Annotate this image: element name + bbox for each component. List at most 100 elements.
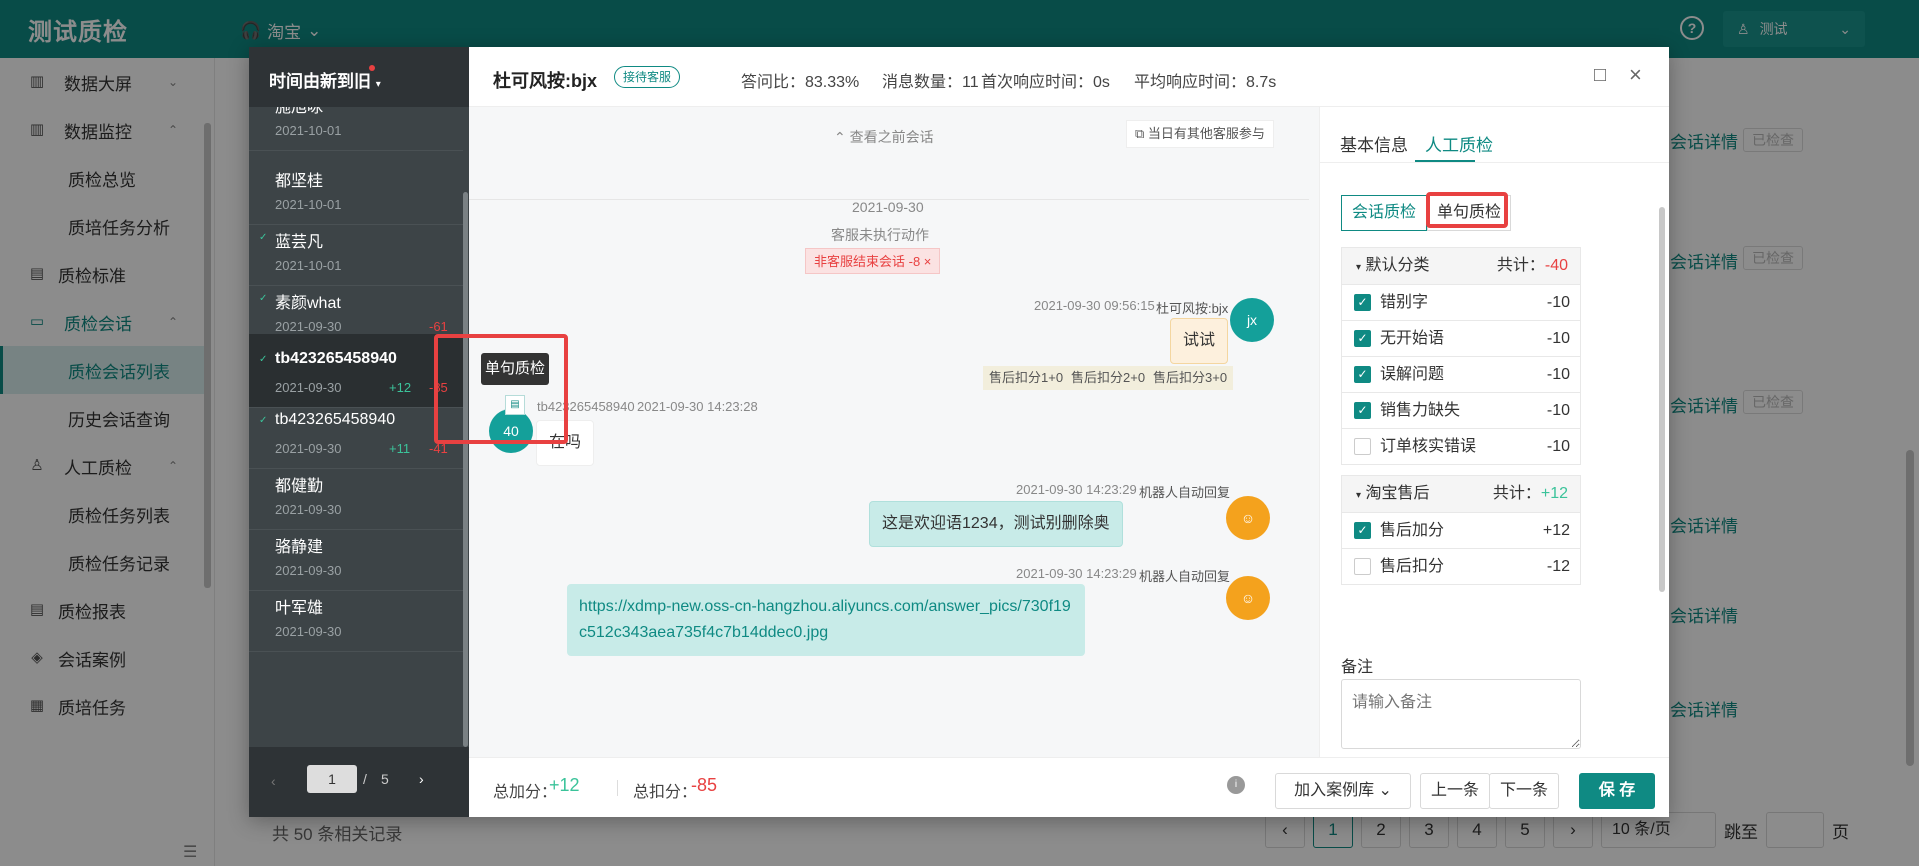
category-name: 淘宝售后 <box>1365 485 1430 502</box>
checkbox[interactable]: ✓ <box>1354 522 1371 539</box>
checkbox[interactable]: ✓ <box>1354 366 1371 383</box>
session-name: tb423265458940 <box>275 411 396 428</box>
qc-rule-row[interactable]: ✓ 误解问题 -10 <box>1342 356 1580 392</box>
session-name: 蓝芸凡 <box>275 234 324 251</box>
checkbox[interactable] <box>1354 438 1371 455</box>
prev-page-button[interactable]: ‹ <box>271 773 276 789</box>
checkbox[interactable]: ✓ <box>1354 402 1371 419</box>
qc-rule-row[interactable]: ✓ 错别字 -10 <box>1342 284 1580 320</box>
maximize-icon[interactable]: □ <box>1594 64 1606 87</box>
rule-name: 售后加分 <box>1380 522 1445 539</box>
rule-name: 错别字 <box>1380 294 1429 311</box>
rule-score: -12 <box>1546 558 1570 575</box>
rule-score: +12 <box>1542 522 1570 539</box>
info-icon[interactable]: i <box>1227 776 1245 794</box>
divider <box>617 780 618 796</box>
robot-icon: ☺ <box>1226 496 1270 540</box>
total-label: 共计： <box>1496 257 1545 274</box>
modal-footer: 总加分： +12 总扣分： -85 i 加入案例库 ⌄ 上一条 下一条 保 存 <box>469 757 1669 817</box>
close-icon[interactable]: × <box>1629 62 1642 88</box>
add-to-case-button[interactable]: 加入案例库 ⌄ <box>1275 773 1411 809</box>
session-date: 2021-10-01 <box>275 123 342 138</box>
view-previous-link[interactable]: ⌃ 查看之前会话 <box>834 127 934 147</box>
minus-label: 总扣分： <box>633 784 698 801</box>
session-name: tb423265458940 <box>275 350 397 367</box>
session-date: 2021-10-01 <box>275 197 342 212</box>
save-button[interactable]: 保 存 <box>1579 773 1655 809</box>
qc-rule-row[interactable]: ✓ 销售力缺失 -10 <box>1342 392 1580 428</box>
session-item[interactable]: 施旭咏 2021-10-01 <box>249 107 463 151</box>
session-date: 2021-09-30 <box>275 380 342 395</box>
plus-label: 总加分： <box>493 784 558 801</box>
caret-down-icon: ▾ <box>1356 262 1362 273</box>
tab-basic-info[interactable]: 基本信息 <box>1340 131 1408 156</box>
checkbox[interactable] <box>1354 558 1371 575</box>
rule-name: 误解问题 <box>1380 366 1445 383</box>
plus-score: +12 <box>389 380 412 395</box>
message-sender: 杜可风按:bjx <box>1156 301 1229 316</box>
chat-panel: ⌃ 查看之前会话 ⧉ 当日有其他客服参与 2021-09-30 客服未执行动作 … <box>469 107 1319 757</box>
session-name: 骆静建 <box>275 539 324 556</box>
message-time: 2021-09-30 14:23:29 <box>1016 482 1137 497</box>
page-total: 5 <box>381 771 389 787</box>
tab-manual-qc[interactable]: 人工质检 <box>1425 131 1493 156</box>
session-qc-button[interactable]: 会话质检 <box>1341 195 1427 231</box>
message-time: 2021-09-30 14:23:29 <box>1016 566 1137 581</box>
customer-title: 杜可风按:bjx <box>493 71 598 91</box>
avg-response-time: 平均响应时间：8.7s <box>1134 74 1277 91</box>
previous-button[interactable]: 上一条 <box>1420 773 1490 809</box>
session-name: 都健勤 <box>275 478 324 495</box>
check-icon: ✓ <box>259 415 268 426</box>
robot-icon: ☺ <box>1226 576 1270 620</box>
qc-rule-row[interactable]: 售后扣分 -12 <box>1342 548 1580 584</box>
divider <box>1320 162 1669 163</box>
highlight-box <box>1426 192 1508 228</box>
message-link[interactable]: https://xdmp-new.oss-cn-hangzhou.aliyunc… <box>567 584 1085 656</box>
session-pager: ‹ 1 / 5 › <box>249 747 469 817</box>
rule-score: -10 <box>1546 330 1570 347</box>
check-icon: ✓ <box>259 293 268 304</box>
message-count: 消息数量：11 <box>882 74 979 91</box>
sentence-qc-icon[interactable]: ▤ <box>505 395 525 415</box>
session-date: 2021-10-01 <box>275 258 342 273</box>
category-total: -40 <box>1544 257 1568 274</box>
session-list-scrollbar[interactable] <box>463 192 468 747</box>
caret-down-icon: ▾ <box>1356 490 1362 501</box>
rule-score: -10 <box>1546 366 1570 383</box>
checkbox[interactable]: ✓ <box>1354 294 1371 311</box>
avatar: jx <box>1230 298 1274 342</box>
default-category: ▾ 默认分类 共计：-40 ✓ 错别字 -10 ✓ 无开始语 -10 ✓ 误解问题 -10 ✓… <box>1341 247 1581 465</box>
chat-date: 2021-09-30 <box>852 199 924 215</box>
category-header[interactable]: ▾ 淘宝售后 共计：+12 <box>1342 476 1580 512</box>
message-bubble: 试试 <box>1170 318 1229 364</box>
highlight-box <box>434 334 568 444</box>
deduction-chip: 售后扣分2+0 <box>1065 366 1152 390</box>
rule-score: -10 <box>1546 294 1570 311</box>
qc-rule-row[interactable]: 订单核实错误 -10 <box>1342 428 1580 464</box>
remark-input[interactable] <box>1341 679 1581 749</box>
deduction-tag[interactable]: 非客服结束会话 -8 × <box>805 248 941 274</box>
other-agents-button[interactable]: ⧉ 当日有其他客服参与 <box>1126 120 1274 148</box>
tooltip: 单句质检 <box>481 353 549 385</box>
checkbox[interactable]: ✓ <box>1354 330 1371 347</box>
message-sender: 机器人自动回复 <box>1139 485 1231 500</box>
page-input[interactable]: 1 <box>307 765 357 793</box>
session-item[interactable]: 叶军雄 2021-09-30 <box>249 578 463 652</box>
sort-selector[interactable]: 时间由新到旧 ▾ <box>249 47 469 107</box>
check-icon: ✓ <box>259 232 268 243</box>
status-badge: 接待客服 <box>614 66 681 88</box>
qc-panel-scrollbar[interactable] <box>1659 207 1665 592</box>
qc-panel: 基本信息 人工质检 会话质检 单句质检 ▾ 默认分类 共计：-40 ✓ 错别字 -10… <box>1319 107 1669 757</box>
total-minus: -85 <box>691 775 718 795</box>
deduction-chip: 售后扣分3+0 <box>1147 366 1234 390</box>
total-plus: +12 <box>549 775 580 795</box>
session-date: 2021-09-30 <box>275 502 342 517</box>
qc-rule-row[interactable]: ✓ 无开始语 -10 <box>1342 320 1580 356</box>
category-total: +12 <box>1540 485 1568 502</box>
total-label: 共计： <box>1492 485 1541 502</box>
next-page-button[interactable]: › <box>419 771 424 787</box>
category-header[interactable]: ▾ 默认分类 共计：-40 <box>1342 248 1580 284</box>
session-name: 都坚桂 <box>275 173 324 190</box>
qc-rule-row[interactable]: ✓ 售后加分 +12 <box>1342 512 1580 548</box>
next-button[interactable]: 下一条 <box>1489 773 1559 809</box>
